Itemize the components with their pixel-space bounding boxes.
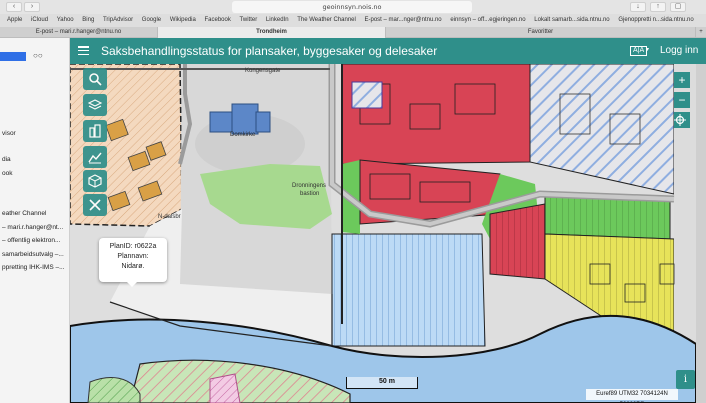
tab-favorites[interactable]: Favoritter — [386, 27, 696, 38]
language-button[interactable]: A|A — [630, 46, 648, 56]
street-label-ndals: N-dalsbr — [158, 214, 181, 220]
bookmark-item[interactable]: Bing — [82, 14, 94, 27]
chevron-down-icon[interactable]: ▾ — [646, 46, 649, 53]
layers-icon — [88, 99, 102, 110]
tools-button[interactable] — [83, 194, 107, 216]
forward-button[interactable]: › — [24, 2, 40, 12]
sidebar-item[interactable]: – mari.r.hanger@nt... — [2, 224, 63, 231]
popup-plan-name: Nidarø. — [121, 263, 145, 270]
screen: ‹ › geoinnsyn.nois.no ↓ ↑ ▢ Apple iCloud… — [0, 0, 706, 403]
sidebar-item[interactable]: – offentlig elektron... — [2, 237, 60, 244]
crosshair-icon — [674, 114, 686, 126]
zoom-in-button[interactable]: + — [674, 72, 690, 88]
bookmarks-bar: Apple iCloud Yahoo Bing TripAdvisor Goog… — [0, 14, 706, 27]
app-header: Saksbehandlingsstatus for plansaker, byg… — [70, 38, 706, 64]
share-icon[interactable]: ↑ — [650, 2, 666, 12]
measure-tool-button[interactable] — [83, 170, 107, 192]
street-label: Kongensgate — [245, 68, 281, 74]
sidebar-item[interactable]: ppretting IHK-IMS –... — [2, 264, 65, 271]
bastion-label-1: Dronningens — [292, 183, 326, 189]
back-button[interactable]: ‹ — [6, 2, 22, 12]
map-graphics: Kongensgate Domkirke Dronningens bastion… — [70, 64, 706, 403]
popup-plan-name-label: Plannavn: — [117, 253, 149, 260]
popup-plan-id: PlanID: r0622a — [109, 243, 157, 250]
coordinate-readout: Euref89 UTM32 7034124N 568607Ø — [586, 389, 678, 403]
bookmark-item[interactable]: TripAdvisor — [103, 14, 133, 27]
sidebar-selected-indicator[interactable] — [0, 52, 26, 61]
bookmark-item[interactable]: Apple — [7, 14, 22, 27]
reading-list-icon[interactable]: ○○ — [33, 51, 43, 60]
sidebar-item[interactable]: samarbeidsutvalg –... — [2, 251, 64, 258]
bookmark-item[interactable]: The Weather Channel — [297, 14, 356, 27]
bookmark-item[interactable]: Facebook — [205, 14, 231, 27]
buildings-tool-button[interactable] — [83, 120, 107, 142]
bookmark-item[interactable]: Lokalt samarb...sida.ntnu.no — [534, 14, 609, 27]
bookmark-item[interactable]: iCloud — [31, 14, 48, 27]
wrench-icon — [89, 199, 101, 211]
info-button[interactable]: i — [676, 370, 695, 389]
bookmark-item[interactable]: Gjenoppretti n...sida.ntnu.no — [618, 14, 693, 27]
layers-tool-button[interactable] — [83, 94, 107, 116]
map-right-edge — [696, 64, 706, 403]
download-icon[interactable]: ↓ — [630, 2, 646, 12]
bastion-label-2: bastion — [300, 191, 319, 197]
login-button[interactable]: Logg inn — [660, 45, 698, 56]
sidebar-item[interactable]: ook — [2, 170, 12, 177]
bookmark-item[interactable]: Twitter — [240, 14, 258, 27]
menu-icon[interactable] — [78, 46, 89, 56]
bookmark-item[interactable]: einnsyn – off...egjeringen.no — [450, 14, 525, 27]
scale-label: 50 m — [379, 378, 395, 385]
cube-icon — [88, 174, 102, 188]
tab-trondheim[interactable]: Trondheim — [158, 27, 386, 38]
building-icon — [89, 124, 101, 138]
scale-bar: 50 m — [346, 377, 418, 389]
search-icon — [89, 73, 102, 86]
sidebar: ○○ visor dia ook eather Channel – mari.r… — [0, 38, 70, 403]
bookmark-item[interactable]: LinkedIn — [266, 14, 289, 27]
church-label: Domkirke — [230, 132, 256, 138]
tab-email[interactable]: E-post – mari.r.hanger@ntnu.no — [0, 27, 158, 38]
page-title: Saksbehandlingsstatus for plansaker, byg… — [101, 44, 438, 58]
new-tab-button[interactable]: + — [696, 27, 706, 38]
map-canvas[interactable]: Kongensgate Domkirke Dronningens bastion… — [70, 64, 706, 403]
url-bar[interactable]: geoinnsyn.nois.no — [232, 1, 472, 13]
zoom-out-button[interactable]: − — [674, 92, 690, 108]
tabs-icon[interactable]: ▢ — [670, 2, 686, 12]
bookmark-item[interactable]: Google — [142, 14, 161, 27]
search-tool-button[interactable] — [83, 68, 107, 90]
plan-info-popup[interactable]: PlanID: r0622a Plannavn: Nidarø. — [99, 238, 167, 287]
terrain-tool-button[interactable] — [83, 146, 107, 168]
bookmark-item[interactable]: Wikipedia — [170, 14, 196, 27]
sidebar-item[interactable]: visor — [2, 130, 16, 137]
bookmark-item[interactable]: E-post – mar...nger@ntnu.no — [365, 14, 442, 27]
sidebar-item[interactable]: dia — [2, 156, 11, 163]
chart-icon — [88, 152, 102, 164]
bookmark-item[interactable]: Yahoo — [57, 14, 74, 27]
tab-strip: E-post – mari.r.hanger@ntnu.no Trondheim… — [0, 27, 706, 38]
sidebar-item[interactable]: eather Channel — [2, 210, 46, 217]
browser-titlebar: ‹ › geoinnsyn.nois.no ↓ ↑ ▢ — [0, 0, 706, 14]
locate-button[interactable] — [674, 112, 690, 128]
